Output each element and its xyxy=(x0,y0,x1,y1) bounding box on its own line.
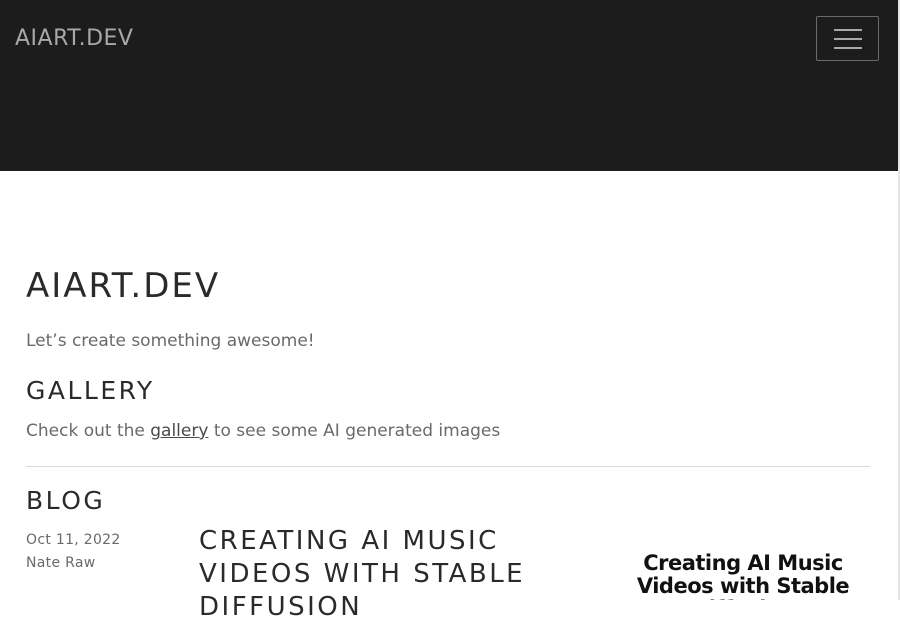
navbar: AIART.DEV xyxy=(0,0,898,171)
gallery-text-after: to see some AI generated images xyxy=(208,421,501,441)
section-divider xyxy=(26,466,870,467)
gallery-heading: GALLERY xyxy=(26,376,155,405)
post-title-link[interactable]: CREATING AI MUSIC VIDEOS WITH STABLE DIF… xyxy=(199,525,579,624)
post-thumbnail-text: Creating AI Music Videos with Stable Dif… xyxy=(636,551,850,601)
post-date: Oct 11, 2022 xyxy=(26,532,121,548)
post-thumbnail[interactable]: Creating AI Music Videos with Stable Dif… xyxy=(632,540,854,600)
tagline: Let’s create something awesome! xyxy=(26,331,315,351)
blog-heading: BLOG xyxy=(26,486,106,515)
gallery-link[interactable]: gallery xyxy=(150,421,208,441)
post-author: Nate Raw xyxy=(26,555,96,571)
brand-link[interactable]: AIART.DEV xyxy=(15,26,134,51)
page-title: AIART.DEV xyxy=(26,266,221,306)
gallery-description: Check out the gallery to see some AI gen… xyxy=(26,421,500,441)
menu-toggle-button[interactable] xyxy=(816,16,879,61)
gallery-text-before: Check out the xyxy=(26,421,151,441)
